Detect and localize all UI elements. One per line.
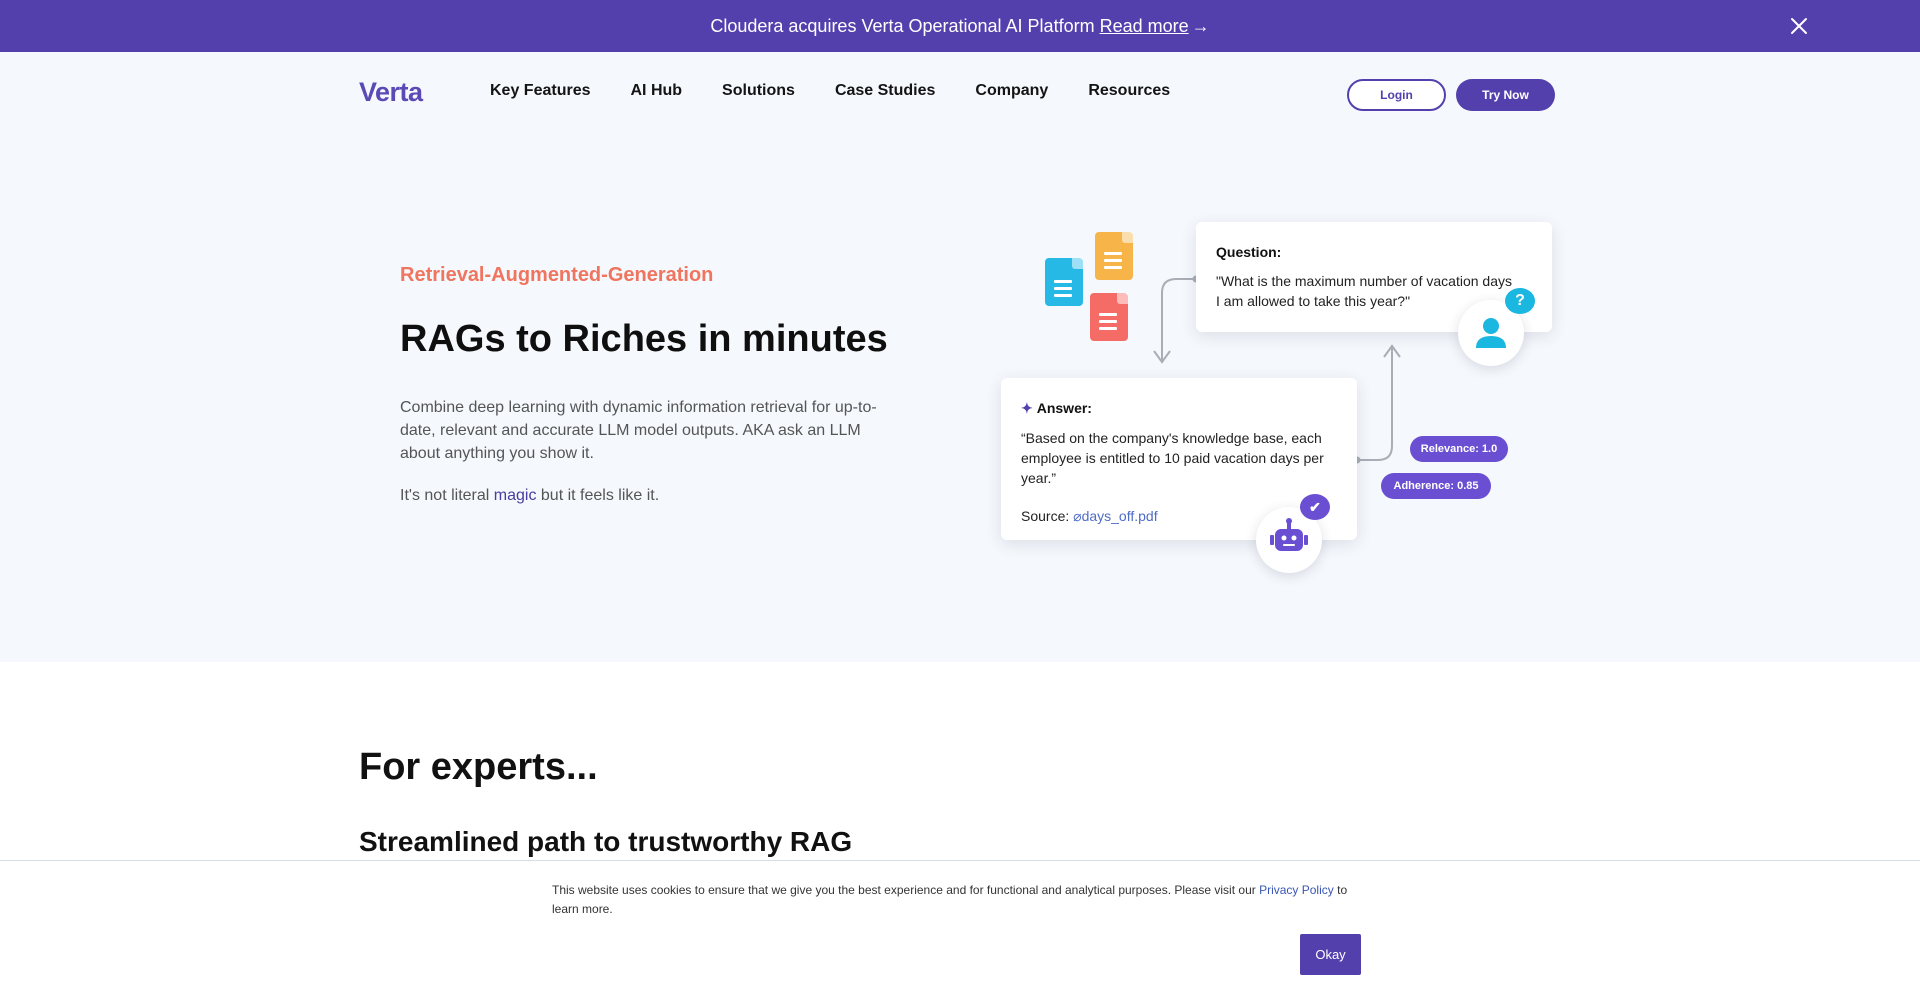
tagline-after: but it feels like it. [536, 487, 660, 504]
source-label: Source: [1021, 508, 1070, 524]
hero-description: Combine deep learning with dynamic infor… [400, 399, 877, 462]
hero-eyebrow: Retrieval-Augmented-Generation [400, 264, 714, 286]
hero-tagline: It's not literal magic but it feels like… [400, 487, 659, 505]
announcement-text: Cloudera acquires Verta Operational AI P… [710, 15, 1095, 36]
nav-item-solutions[interactable]: Solutions [722, 82, 795, 100]
tagline-before: It's not literal [400, 487, 494, 504]
main-nav: Verta Key Features AI Hub Solutions Case… [0, 52, 1920, 136]
nav-item-key-features[interactable]: Key Features [490, 82, 591, 100]
source-file-link: ⌀days_off.pdf [1073, 508, 1158, 524]
close-icon[interactable] [1788, 15, 1810, 37]
question-bubble-icon: ? [1505, 288, 1535, 314]
login-button[interactable]: Login [1347, 79, 1446, 111]
nav-menu: Key Features AI Hub Solutions Case Studi… [490, 82, 1210, 100]
announcement-bar: Cloudera acquires Verta Operational AI P… [0, 0, 1920, 52]
okay-button[interactable]: Okay [1300, 934, 1361, 975]
cookie-banner: This website uses cookies to ensure that… [0, 860, 1920, 1000]
read-more-link[interactable]: Read more [1100, 16, 1189, 37]
answer-label: ✦ Answer: [1021, 400, 1092, 416]
hero-section [0, 52, 1920, 662]
cookie-text: This website uses cookies to ensure that… [552, 881, 1362, 919]
nav-item-resources[interactable]: Resources [1088, 82, 1170, 100]
adherence-badge: Adherence: 0.85 [1381, 473, 1491, 499]
document-icon [1090, 293, 1128, 341]
try-now-button[interactable]: Try Now [1456, 79, 1555, 111]
privacy-policy-link[interactable]: Privacy Policy [1259, 883, 1334, 897]
verta-logo[interactable]: Verta [359, 77, 423, 108]
document-icon [1095, 232, 1133, 280]
relevance-badge: Relevance: 1.0 [1410, 436, 1508, 462]
nav-item-case-studies[interactable]: Case Studies [835, 82, 935, 100]
checkmark-icon: ✔ [1300, 494, 1330, 520]
hero-title: RAGs to Riches in minutes [400, 318, 888, 360]
document-icon [1045, 258, 1083, 306]
nav-item-company[interactable]: Company [975, 82, 1048, 100]
experts-heading: For experts... [359, 746, 598, 788]
nav-item-ai-hub[interactable]: AI Hub [631, 82, 683, 100]
magic-word: magic [493, 487, 537, 504]
paperclip-icon: ⌀ [1073, 508, 1082, 524]
cookie-message: This website uses cookies to ensure that… [552, 883, 1256, 897]
streamlined-heading: Streamlined path to trustworthy RAG [359, 826, 853, 857]
answer-text: “Based on the company's knowledge base, … [1021, 430, 1324, 486]
arrow-right-icon: → [1191, 15, 1210, 36]
question-label: Question: [1216, 244, 1282, 260]
sparkle-icon: ✦ [1021, 400, 1033, 416]
